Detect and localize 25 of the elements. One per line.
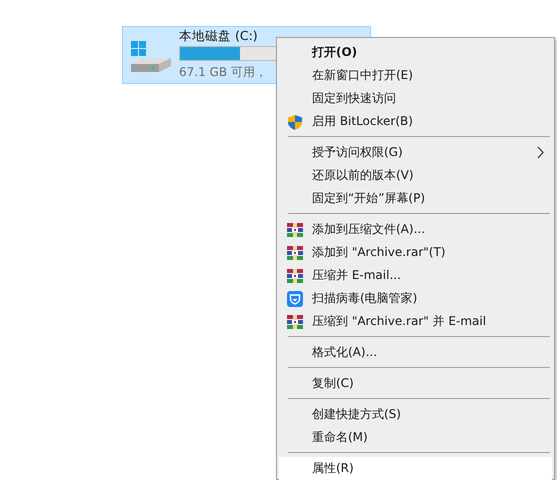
menu-item[interactable]: 属性(R) xyxy=(279,457,552,480)
drive-name: 本地磁盘 (C:) xyxy=(179,28,259,44)
menu-item[interactable]: 固定到快速访问 xyxy=(279,87,552,110)
shield-icon xyxy=(287,114,303,130)
shield-icon xyxy=(287,290,303,306)
menu-item[interactable]: 添加到 "Archive.rar"(T) xyxy=(279,241,552,264)
menu-item[interactable]: 固定到“开始”屏幕(P) xyxy=(279,187,552,210)
menu-item[interactable]: 压缩到 "Archive.rar" 并 E-mail xyxy=(279,310,552,333)
books-icon xyxy=(287,244,303,260)
menu-item[interactable]: 创建快捷方式(S) xyxy=(279,403,552,426)
chevron-right-icon xyxy=(536,146,544,159)
menu-item[interactable]: 添加到压缩文件(A)... xyxy=(279,218,552,241)
menu-item[interactable]: 复制(C) xyxy=(279,372,552,395)
menu-item[interactable]: 压缩并 E-mail... xyxy=(279,264,552,287)
drive-space-text: 67.1 GB 可用， xyxy=(179,64,267,80)
books-icon xyxy=(287,222,303,238)
books-icon xyxy=(287,268,303,284)
menu-item[interactable]: 重命名(M) xyxy=(279,426,552,449)
menu-item[interactable]: 扫描病毒(电脑管家) xyxy=(279,287,552,310)
menu-item[interactable]: 格式化(A)... xyxy=(279,341,552,364)
books-icon xyxy=(287,314,303,330)
menu-item[interactable]: 授予访问权限(G) xyxy=(279,141,552,164)
drive-icon xyxy=(129,39,173,75)
menu-item[interactable]: 启用 BitLocker(B) xyxy=(279,110,552,133)
menu-item[interactable]: 还原以前的版本(V) xyxy=(279,164,552,187)
